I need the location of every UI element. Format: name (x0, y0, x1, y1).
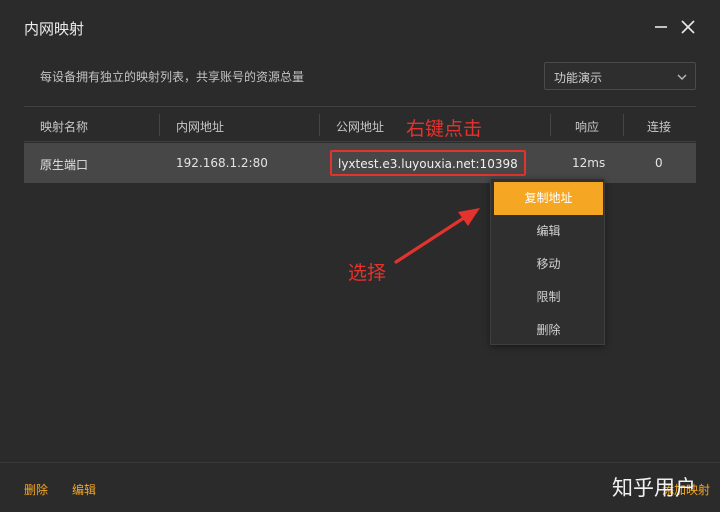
column-header-connections: 连接 (647, 120, 672, 134)
lan-address: 192.168.1.2:80 (176, 156, 268, 170)
context-menu: 复制地址 编辑 移动 限制 删除 (490, 178, 605, 345)
chevron-down-icon (676, 71, 688, 83)
column-header-latency: 响应 (575, 120, 600, 134)
annotation-right-click: 右键点击 (406, 118, 483, 140)
menu-item-edit[interactable]: 编辑 (491, 215, 606, 248)
latency-value: 12ms (572, 156, 606, 170)
close-icon (681, 20, 695, 34)
menu-item-copy-address[interactable]: 复制地址 (494, 182, 603, 215)
footer-divider (0, 462, 720, 463)
mapping-name: 原生端口 (40, 158, 89, 172)
minimize-icon (655, 26, 667, 28)
column-header-public-address: 公网地址 (336, 120, 385, 134)
edit-button[interactable]: 编辑 (72, 481, 96, 498)
public-address-highlight[interactable]: lyxtest.e3.luyouxia.net:10398 (330, 150, 526, 176)
dropdown-selected-value: 功能演示 (554, 71, 603, 85)
menu-item-limit[interactable]: 限制 (491, 281, 606, 314)
annotation-arrow-icon (394, 208, 480, 264)
column-separator[interactable] (159, 114, 160, 136)
public-address: lyxtest.e3.luyouxia.net:10398 (338, 157, 518, 171)
column-header-lan-address: 内网地址 (176, 120, 225, 134)
annotation-select: 选择 (348, 262, 387, 284)
menu-item-move[interactable]: 移动 (491, 248, 606, 281)
menu-item-delete[interactable]: 删除 (491, 314, 606, 347)
close-button[interactable] (675, 14, 701, 40)
connections-value: 0 (655, 156, 663, 170)
device-dropdown[interactable]: 功能演示 (544, 62, 696, 90)
description-text: 每设备拥有独立的映射列表，共享账号的资源总量 (40, 70, 305, 84)
table-header: 映射名称 内网地址 公网地址 响应 连接 (24, 106, 696, 142)
minimize-button[interactable] (648, 14, 674, 40)
watermark: 知乎用户 (612, 476, 696, 500)
table-row[interactable]: 原生端口 192.168.1.2:80 lyxtest.e3.luyouxia.… (24, 143, 696, 183)
window-title: 内网映射 (24, 20, 85, 38)
delete-button[interactable]: 删除 (24, 481, 48, 498)
column-header-name: 映射名称 (40, 120, 89, 134)
column-separator[interactable] (550, 114, 551, 136)
column-separator[interactable] (623, 114, 624, 136)
title-bar: 内网映射 (0, 0, 720, 52)
column-separator[interactable] (319, 114, 320, 136)
